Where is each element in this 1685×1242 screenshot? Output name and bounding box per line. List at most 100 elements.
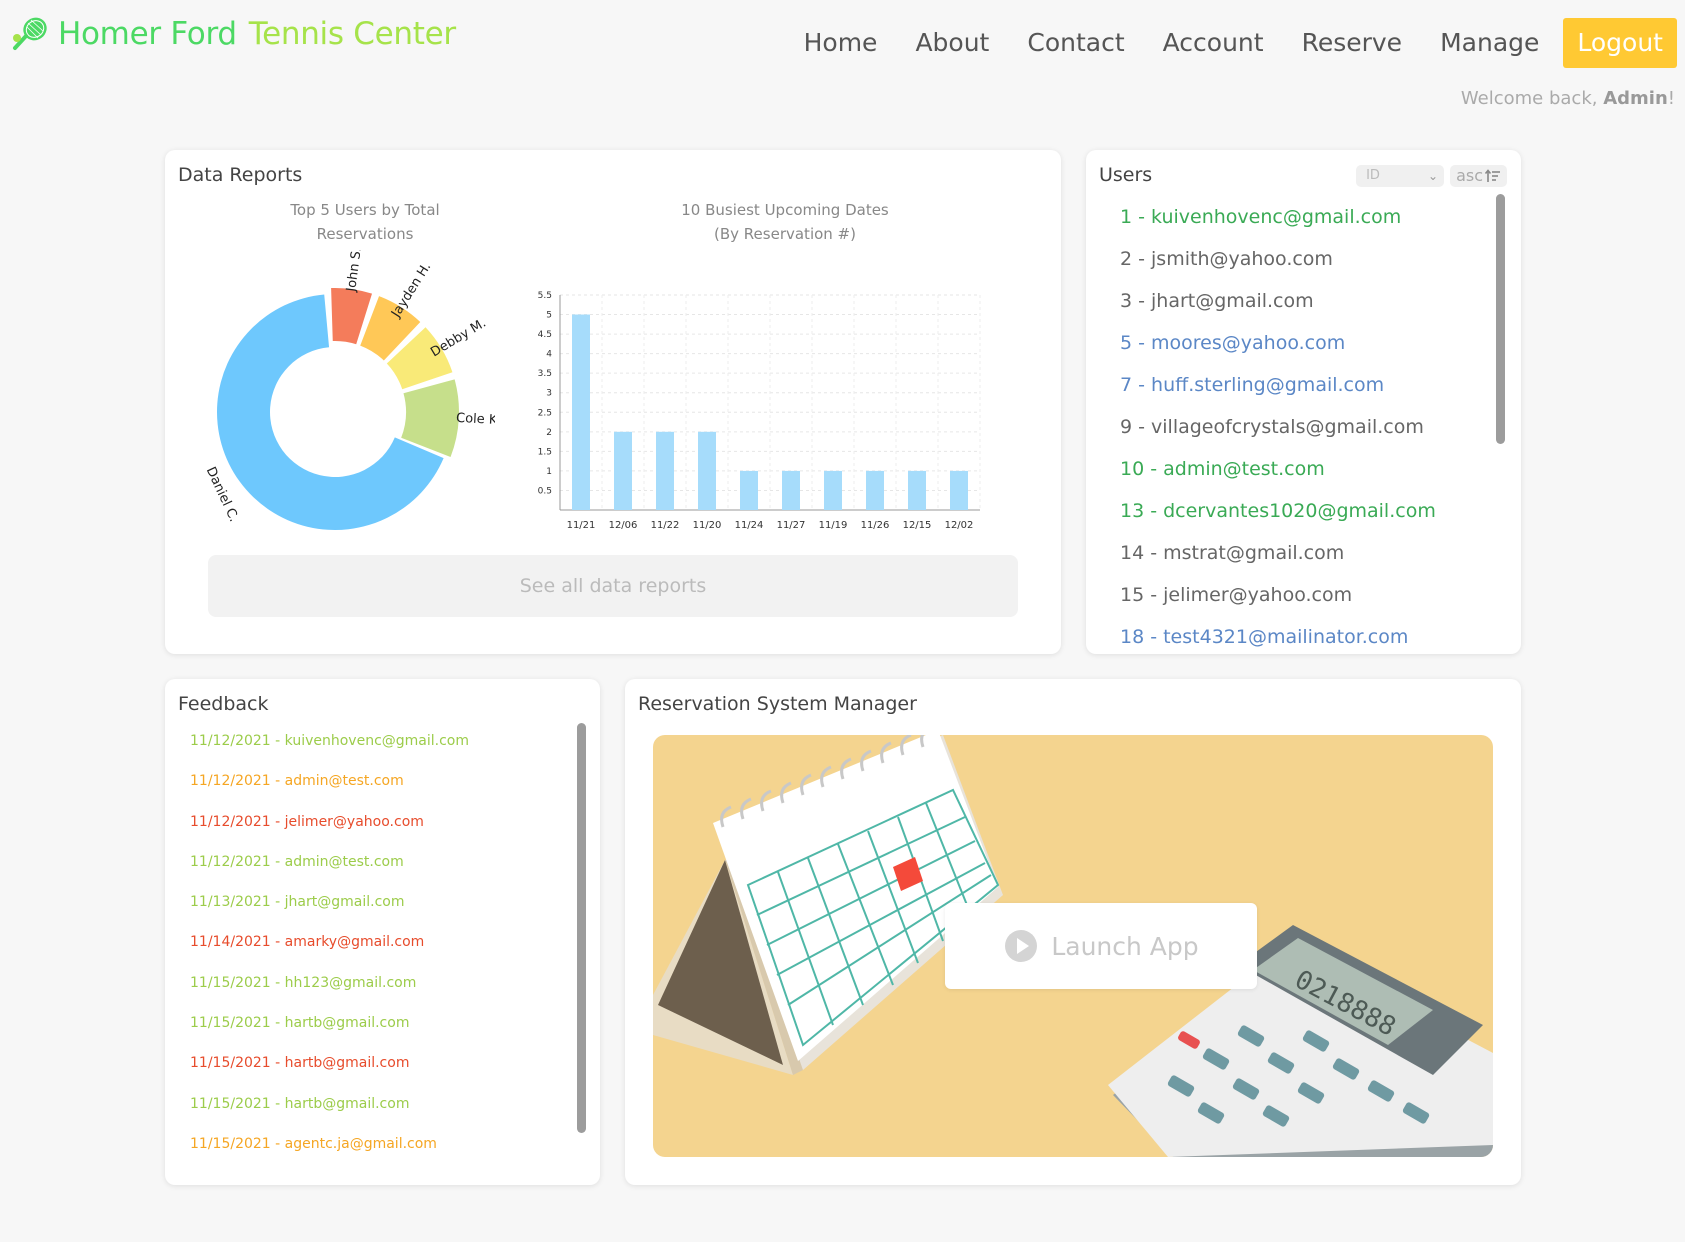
bar [656, 431, 674, 510]
feedback-list-item[interactable]: 11/12/2021 - jelimer@yahoo.com [190, 802, 550, 842]
feedback-list-item[interactable]: 11/12/2021 - kuivenhovenc@gmail.com [190, 721, 550, 761]
user-list-item[interactable]: 14 - mstrat@gmail.com [1120, 532, 1480, 574]
bar-x-tick-label: 12/06 [609, 520, 638, 531]
bar [698, 431, 716, 510]
brand-name-part1: Homer Ford [58, 16, 237, 52]
donut-slice-label: Debby M. [428, 316, 489, 361]
sort-direction-label: asc [1456, 166, 1483, 185]
bar-y-tick-label: 3 [546, 389, 552, 399]
brand-name-part2: Tennis Center [248, 16, 456, 52]
nav-contact[interactable]: Contact [1027, 19, 1124, 67]
feedback-title: Feedback [178, 693, 269, 715]
sort-field-value: ID [1366, 168, 1380, 183]
feedback-list-item[interactable]: 11/12/2021 - admin@test.com [190, 842, 550, 882]
donut-title-line2: Reservations [316, 225, 414, 243]
chevron-down-icon: ⌄ [1428, 169, 1439, 183]
bar-y-tick-label: 4 [546, 350, 552, 360]
bar-x-tick-label: 11/27 [777, 520, 806, 531]
users-scrollbar[interactable] [1496, 194, 1505, 444]
nav-manage[interactable]: Manage [1440, 19, 1539, 67]
welcome-prefix: Welcome back, [1460, 88, 1598, 109]
feedback-list-item[interactable]: 11/13/2021 - jhart@gmail.com [190, 882, 550, 922]
bar-y-tick-label: 0.5 [538, 486, 552, 496]
feedback-list-item[interactable]: 11/14/2021 - amarky@gmail.com [190, 922, 550, 962]
nav-reserve[interactable]: Reserve [1302, 19, 1403, 67]
users-title: Users [1099, 164, 1153, 186]
bar [866, 470, 884, 510]
donut-slice-label: Jayden H. [388, 260, 434, 321]
donut-slice-label: John S. [344, 250, 365, 294]
feedback-list-item[interactable]: 11/12/2021 - admin@test.com [190, 761, 550, 801]
reservation-manager-card: Reservation System Manager 0218888 Launc… [625, 679, 1521, 1185]
logout-button[interactable]: Logout [1563, 18, 1677, 68]
bar [908, 470, 926, 510]
bar-y-tick-label: 1.5 [538, 447, 552, 457]
nav-home[interactable]: Home [804, 19, 878, 67]
bar-x-tick-label: 11/24 [735, 520, 764, 531]
nav-account[interactable]: Account [1163, 19, 1264, 67]
nav-about[interactable]: About [915, 19, 989, 67]
bar-y-tick-label: 4.5 [538, 330, 552, 340]
bar-x-tick-label: 11/19 [819, 520, 848, 531]
donut-slice-label: Cole K. [456, 411, 495, 428]
user-list-item[interactable]: 10 - admin@test.com [1120, 448, 1480, 490]
bar-x-tick-label: 12/02 [945, 520, 974, 531]
bar-y-tick-label: 5 [546, 311, 552, 321]
users-card: Users ID ⌄ asc 1 - kuivenhovenc@gmail.co… [1086, 150, 1521, 654]
donut-title-line1: Top 5 Users by Total [290, 201, 440, 219]
bar-title-line1: 10 Busiest Upcoming Dates [681, 201, 889, 219]
data-reports-card: Data Reports Top 5 Users by Total Reserv… [165, 150, 1061, 654]
user-list-item[interactable]: 9 - villageofcrystals@gmail.com [1120, 406, 1480, 448]
bar-x-tick-label: 11/20 [693, 520, 722, 531]
bar [740, 470, 758, 510]
user-list-item[interactable]: 18 - test4321@mailinator.com [1120, 616, 1480, 658]
user-list-item[interactable]: 5 - moores@yahoo.com [1120, 322, 1480, 364]
bar [782, 470, 800, 510]
bar-y-tick-label: 1 [546, 467, 552, 477]
see-all-reports-button[interactable]: See all data reports [208, 555, 1018, 617]
bar [824, 470, 842, 510]
bar-y-tick-label: 5.5 [538, 291, 552, 301]
data-reports-title: Data Reports [178, 164, 303, 186]
bar [950, 470, 968, 510]
bar-chart: 0.5 1 1.5 2 2.5 3 3.5 4 4.5 5 5.5 11/21 12/06 11/22 11… [538, 291, 981, 531]
user-list-item[interactable]: 7 - huff.sterling@gmail.com [1120, 364, 1480, 406]
bar-y-tick-label: 2.5 [538, 408, 552, 418]
feedback-list-item[interactable]: 11/15/2021 - hh123@gmail.com [190, 963, 550, 1003]
bar-x-tick-label: 11/22 [651, 520, 680, 531]
donut-chart-title: Top 5 Users by Total Reservations [225, 198, 505, 246]
users-sort-controls: ID ⌄ asc [1356, 165, 1507, 187]
bar-x-tick-label: 12/15 [903, 520, 932, 531]
brand-logo[interactable]: Homer Ford Tennis Center [10, 14, 456, 54]
bar-title-line2: (By Reservation #) [714, 225, 856, 243]
launch-app-button[interactable]: Launch App [945, 903, 1257, 989]
user-list-item[interactable]: 15 - jelimer@yahoo.com [1120, 574, 1480, 616]
users-list: 1 - kuivenhovenc@gmail.com 2 - jsmith@yah… [1120, 196, 1480, 658]
user-list-item[interactable]: 3 - jhart@gmail.com [1120, 280, 1480, 322]
reservation-manager-title: Reservation System Manager [638, 693, 917, 715]
sort-direction-toggle[interactable]: asc [1450, 165, 1507, 187]
tennis-racket-icon [13, 17, 47, 50]
user-list-item[interactable]: 13 - dcervantes1020@gmail.com [1120, 490, 1480, 532]
main-nav: Home About Contact Account Reserve Manag… [766, 18, 1677, 68]
welcome-user: Admin [1603, 88, 1668, 109]
feedback-list-item[interactable]: 11/15/2021 - agentc.ja@gmail.com [190, 1124, 550, 1164]
feedback-list: 11/12/2021 - kuivenhovenc@gmail.com 11/12… [190, 721, 550, 1164]
feedback-scrollbar[interactable] [577, 723, 586, 1133]
bar-y-tick-label: 3.5 [538, 369, 552, 379]
bar-chart-title: 10 Busiest Upcoming Dates (By Reservatio… [625, 198, 945, 246]
donut-chart: Daniel C.John S. Jayden H.Debby M.Cole K. [203, 250, 495, 530]
sort-field-select[interactable]: ID ⌄ [1356, 165, 1445, 187]
welcome-message: Welcome back, Admin! [1461, 88, 1675, 109]
feedback-list-item[interactable]: 11/15/2021 - hartb@gmail.com [190, 1003, 550, 1043]
feedback-list-item[interactable]: 11/15/2021 - hartb@gmail.com [190, 1084, 550, 1124]
user-list-item[interactable]: 2 - jsmith@yahoo.com [1120, 238, 1480, 280]
bar [614, 431, 632, 510]
bar-x-tick-label: 11/26 [861, 520, 890, 531]
feedback-card: Feedback 11/12/2021 - kuivenhovenc@gmail… [165, 679, 600, 1185]
bar-x-tick-label: 11/21 [567, 520, 596, 531]
bar-y-tick-label: 2 [546, 428, 552, 438]
feedback-list-item[interactable]: 11/15/2021 - hartb@gmail.com [190, 1043, 550, 1083]
welcome-suffix: ! [1667, 88, 1675, 109]
user-list-item[interactable]: 1 - kuivenhovenc@gmail.com [1120, 196, 1480, 238]
